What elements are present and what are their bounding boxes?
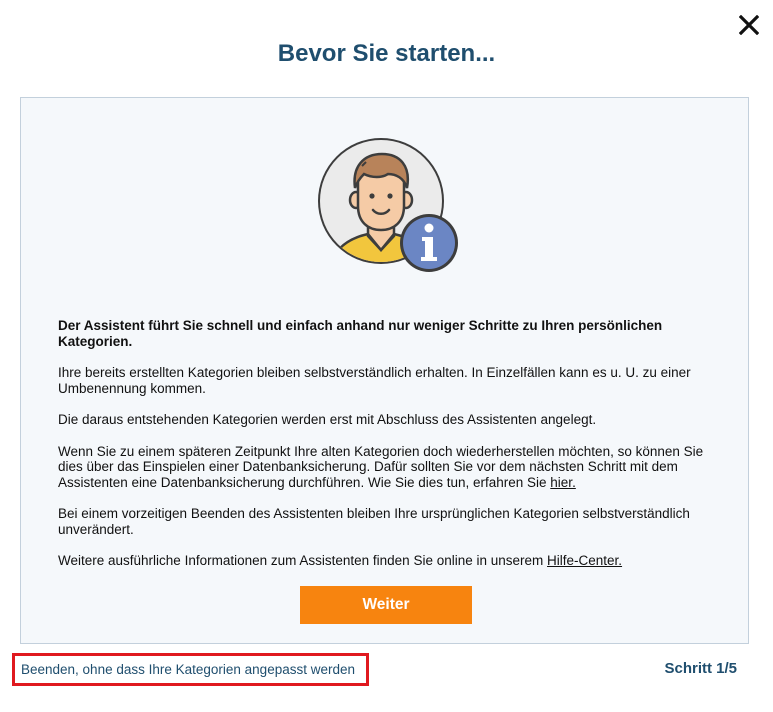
info-icon	[400, 214, 458, 272]
lead-paragraph: Der Assistent führt Sie schnell und einf…	[58, 318, 663, 349]
close-icon	[739, 15, 759, 35]
paragraph-early-exit: Bei einem vorzeitigen Beenden des Assist…	[58, 506, 690, 537]
paragraph-database-backup-text: Wenn Sie zu einem späteren Zeitpunkt Ihr…	[58, 443, 704, 490]
info-text: Der Assistent führt Sie schnell und einf…	[58, 318, 718, 585]
quit-without-changes-link[interactable]: Beenden, ohne dass Ihre Kategorien angep…	[12, 653, 369, 686]
user-info-illustration	[316, 136, 466, 278]
continue-button[interactable]: Weiter	[300, 586, 472, 624]
paragraph-created-categories: Die daraus entstehenden Kategorien werde…	[58, 412, 597, 427]
backup-help-link[interactable]: hier.	[550, 475, 576, 490]
step-indicator: Schritt 1/5	[664, 660, 737, 677]
user-info-icon	[318, 138, 458, 272]
paragraph-help-center-text: Weitere ausführliche Informationen zum A…	[58, 553, 548, 568]
close-button[interactable]	[736, 12, 762, 38]
help-center-link[interactable]: Hilfe-Center.	[547, 553, 622, 568]
paragraph-help-center: Weitere ausführliche Informationen zum A…	[58, 553, 718, 569]
dialog-title: Bevor Sie starten...	[277, 40, 496, 67]
info-panel: Der Assistent führt Sie schnell und einf…	[20, 97, 749, 644]
paragraph-database-backup: Wenn Sie zu einem späteren Zeitpunkt Ihr…	[58, 444, 718, 491]
paragraph-existing-categories: Ihre bereits erstellten Kategorien bleib…	[58, 365, 691, 396]
